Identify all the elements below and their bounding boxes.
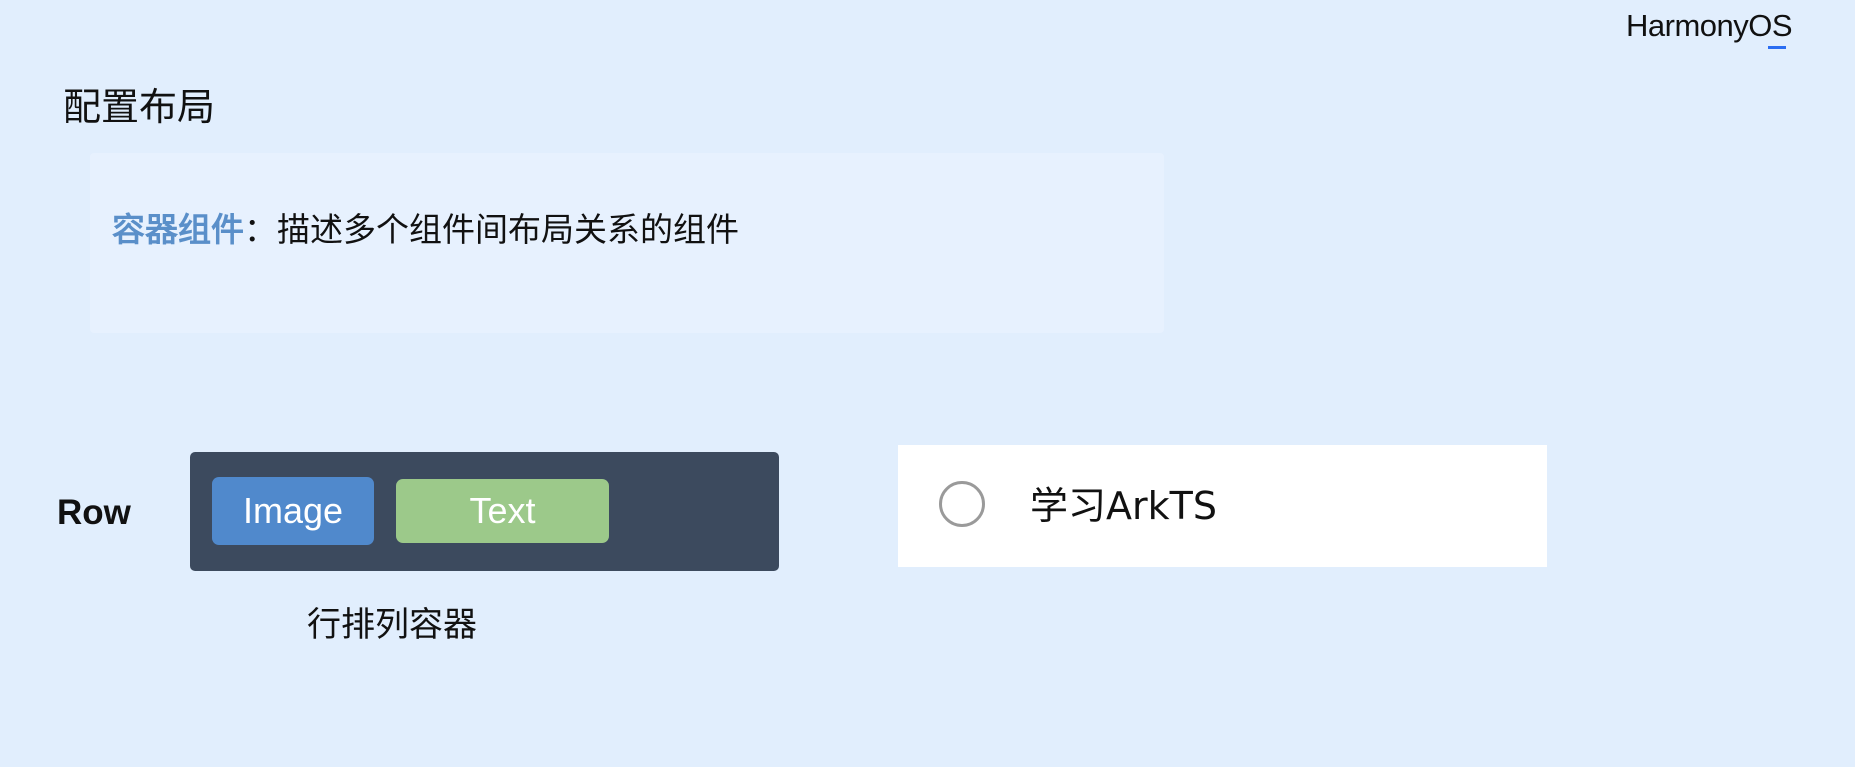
- row-container-demo: Image Text: [190, 452, 779, 571]
- todo-item-label: 学习ArkTS: [1030, 484, 1217, 528]
- brand-logo-text: HarmonyOS: [1626, 8, 1793, 43]
- page-title: 配置布局: [63, 85, 216, 129]
- row-label: Row: [57, 493, 131, 532]
- text-chip: Text: [396, 479, 609, 543]
- image-chip: Image: [212, 477, 374, 545]
- definition-description: 描述多个组件间布局关系的组件: [277, 210, 739, 249]
- definition-term: 容器组件: [112, 210, 244, 249]
- definition-separator: ：: [244, 210, 277, 249]
- row-caption: 行排列容器: [307, 605, 477, 645]
- todo-item[interactable]: 学习ArkTS: [898, 445, 1547, 567]
- logo-accent-underline: [1768, 46, 1786, 49]
- definition-text: 容器组件：描述多个组件间布局关系的组件: [112, 208, 739, 252]
- radio-unchecked-icon[interactable]: [939, 481, 985, 527]
- harmonyos-logo: HarmonyOS: [1626, 8, 1793, 49]
